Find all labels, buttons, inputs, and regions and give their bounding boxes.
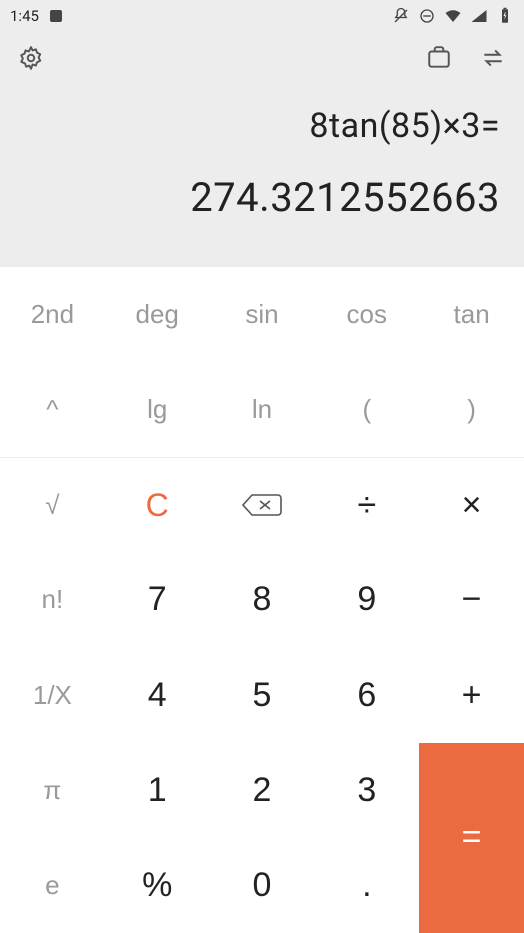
toolbar xyxy=(0,32,524,88)
key-deg[interactable]: deg xyxy=(105,267,210,362)
key-clear[interactable]: C xyxy=(105,457,210,552)
result: 274.3212552663 xyxy=(24,174,500,221)
pip-icon[interactable] xyxy=(426,45,452,75)
key-lparen[interactable]: ( xyxy=(314,362,419,457)
battery-charging-icon xyxy=(496,7,514,25)
keypad: 2nd deg sin cos tan ^ lg ln ( ) √ C ÷ × … xyxy=(0,267,524,933)
key-sqrt[interactable]: √ xyxy=(0,457,105,552)
key-sin[interactable]: sin xyxy=(210,267,315,362)
wifi-icon xyxy=(444,7,462,25)
expression: 8tan(85)×3= xyxy=(24,106,500,146)
display: 8tan(85)×3= 274.3212552663 xyxy=(0,88,524,267)
key-subtract[interactable]: − xyxy=(419,552,524,647)
cell-signal-icon xyxy=(470,7,488,25)
key-5[interactable]: 5 xyxy=(210,648,315,743)
key-rparen[interactable]: ) xyxy=(419,362,524,457)
key-factorial[interactable]: n! xyxy=(0,552,105,647)
key-2nd[interactable]: 2nd xyxy=(0,267,105,362)
key-0[interactable]: 0 xyxy=(210,838,315,933)
key-lg[interactable]: lg xyxy=(105,362,210,457)
key-8[interactable]: 8 xyxy=(210,552,315,647)
clock: 1:45 xyxy=(10,7,39,25)
key-9[interactable]: 9 xyxy=(314,552,419,647)
key-3[interactable]: 3 xyxy=(314,743,419,838)
key-pow[interactable]: ^ xyxy=(0,362,105,457)
key-6[interactable]: 6 xyxy=(314,648,419,743)
key-2[interactable]: 2 xyxy=(210,743,315,838)
key-7[interactable]: 7 xyxy=(105,552,210,647)
status-bar: 1:45 xyxy=(0,0,524,32)
key-pi[interactable]: π xyxy=(0,743,105,838)
key-multiply[interactable]: × xyxy=(419,457,524,552)
key-backspace[interactable] xyxy=(210,457,315,552)
app-indicator-icon xyxy=(47,7,65,25)
key-add[interactable]: + xyxy=(419,648,524,743)
key-reciprocal[interactable]: 1/X xyxy=(0,648,105,743)
key-dot[interactable]: . xyxy=(314,838,419,933)
key-ln[interactable]: ln xyxy=(210,362,315,457)
dnd-icon xyxy=(418,7,436,25)
swap-icon[interactable] xyxy=(480,45,506,75)
key-percent[interactable]: % xyxy=(105,838,210,933)
key-4[interactable]: 4 xyxy=(105,648,210,743)
key-cos[interactable]: cos xyxy=(314,267,419,362)
key-equals[interactable]: = xyxy=(419,743,524,933)
mute-icon xyxy=(392,7,410,25)
settings-icon[interactable] xyxy=(18,45,44,75)
key-tan[interactable]: tan xyxy=(419,267,524,362)
key-1[interactable]: 1 xyxy=(105,743,210,838)
key-e[interactable]: e xyxy=(0,838,105,933)
key-divide[interactable]: ÷ xyxy=(314,457,419,552)
